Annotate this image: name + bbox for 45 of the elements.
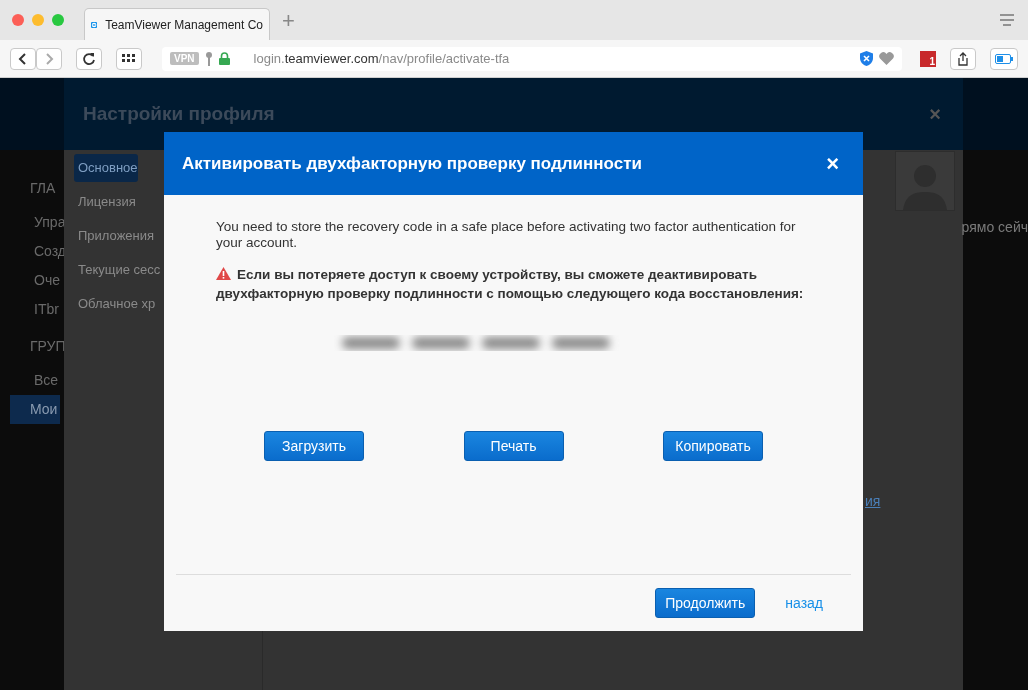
vpn-badge: VPN: [170, 52, 199, 65]
zoom-window-button[interactable]: [52, 14, 64, 26]
continue-button[interactable]: Продолжить: [655, 588, 756, 618]
extension-badge[interactable]: 1: [920, 50, 936, 67]
warning-icon: [216, 267, 231, 280]
close-button[interactable]: ×: [826, 150, 839, 177]
instruction-text: You need to store the recovery code in a safe place before activating two factor authentication for your account.: [216, 219, 797, 251]
new-tab-button[interactable]: +: [282, 8, 295, 34]
link[interactable]: ия: [865, 493, 881, 509]
share-button[interactable]: [950, 47, 976, 70]
chevron-left-icon: [18, 52, 28, 65]
apps-button[interactable]: [116, 47, 142, 70]
panel-title: Настройки профиля: [83, 103, 275, 125]
lock-icon: [218, 52, 230, 65]
battery-button[interactable]: [990, 47, 1018, 70]
nav-item[interactable]: Основное: [74, 154, 138, 182]
nav-item[interactable]: Облачное хр: [74, 290, 156, 318]
close-window-button[interactable]: [12, 14, 24, 26]
action-button[interactable]: Печать: [463, 431, 564, 461]
nav-item[interactable]: Приложения: [74, 222, 155, 250]
status-text: рямо сейч: [961, 219, 1028, 235]
close-button[interactable]: ×: [923, 101, 947, 127]
menu-icon[interactable]: [1000, 14, 1014, 26]
reload-button[interactable]: [76, 47, 102, 70]
heart-icon[interactable]: [879, 52, 894, 65]
action-button[interactable]: Загрузить: [264, 431, 364, 461]
warning-text: Если вы потеряете доступ к своему устройству, вы сможете деактивировать двухфакторную проверку подлинности с помощью следующего кода восстановления:: [216, 266, 805, 303]
sidebar-item[interactable]: Мои: [10, 395, 60, 424]
key-icon: [204, 51, 213, 66]
battery-icon: [995, 53, 1013, 64]
shield-icon[interactable]: [860, 51, 873, 66]
avatar-icon: [895, 151, 955, 211]
back-link[interactable]: назад: [785, 595, 823, 611]
address-bar[interactable]: VPN login.teamviewer.com/nav/profile/activate-tfa: [162, 46, 902, 71]
reload-icon: [82, 51, 96, 66]
chevron-right-icon: [44, 52, 54, 65]
dialog-title: Активировать двухфакторную проверку подлинности: [182, 153, 642, 174]
url-text: login.teamviewer.com/nav/profile/activate-tfa: [253, 51, 511, 66]
action-button[interactable]: Копировать: [663, 431, 763, 461]
back-button[interactable]: [10, 47, 36, 70]
grid-icon: [122, 53, 136, 64]
nav-item[interactable]: Текущие сесс: [74, 256, 161, 284]
share-icon: [957, 51, 969, 66]
nav-item[interactable]: Лицензия: [74, 188, 136, 216]
browser-tab[interactable]: TeamViewer Management Co: [84, 8, 270, 40]
